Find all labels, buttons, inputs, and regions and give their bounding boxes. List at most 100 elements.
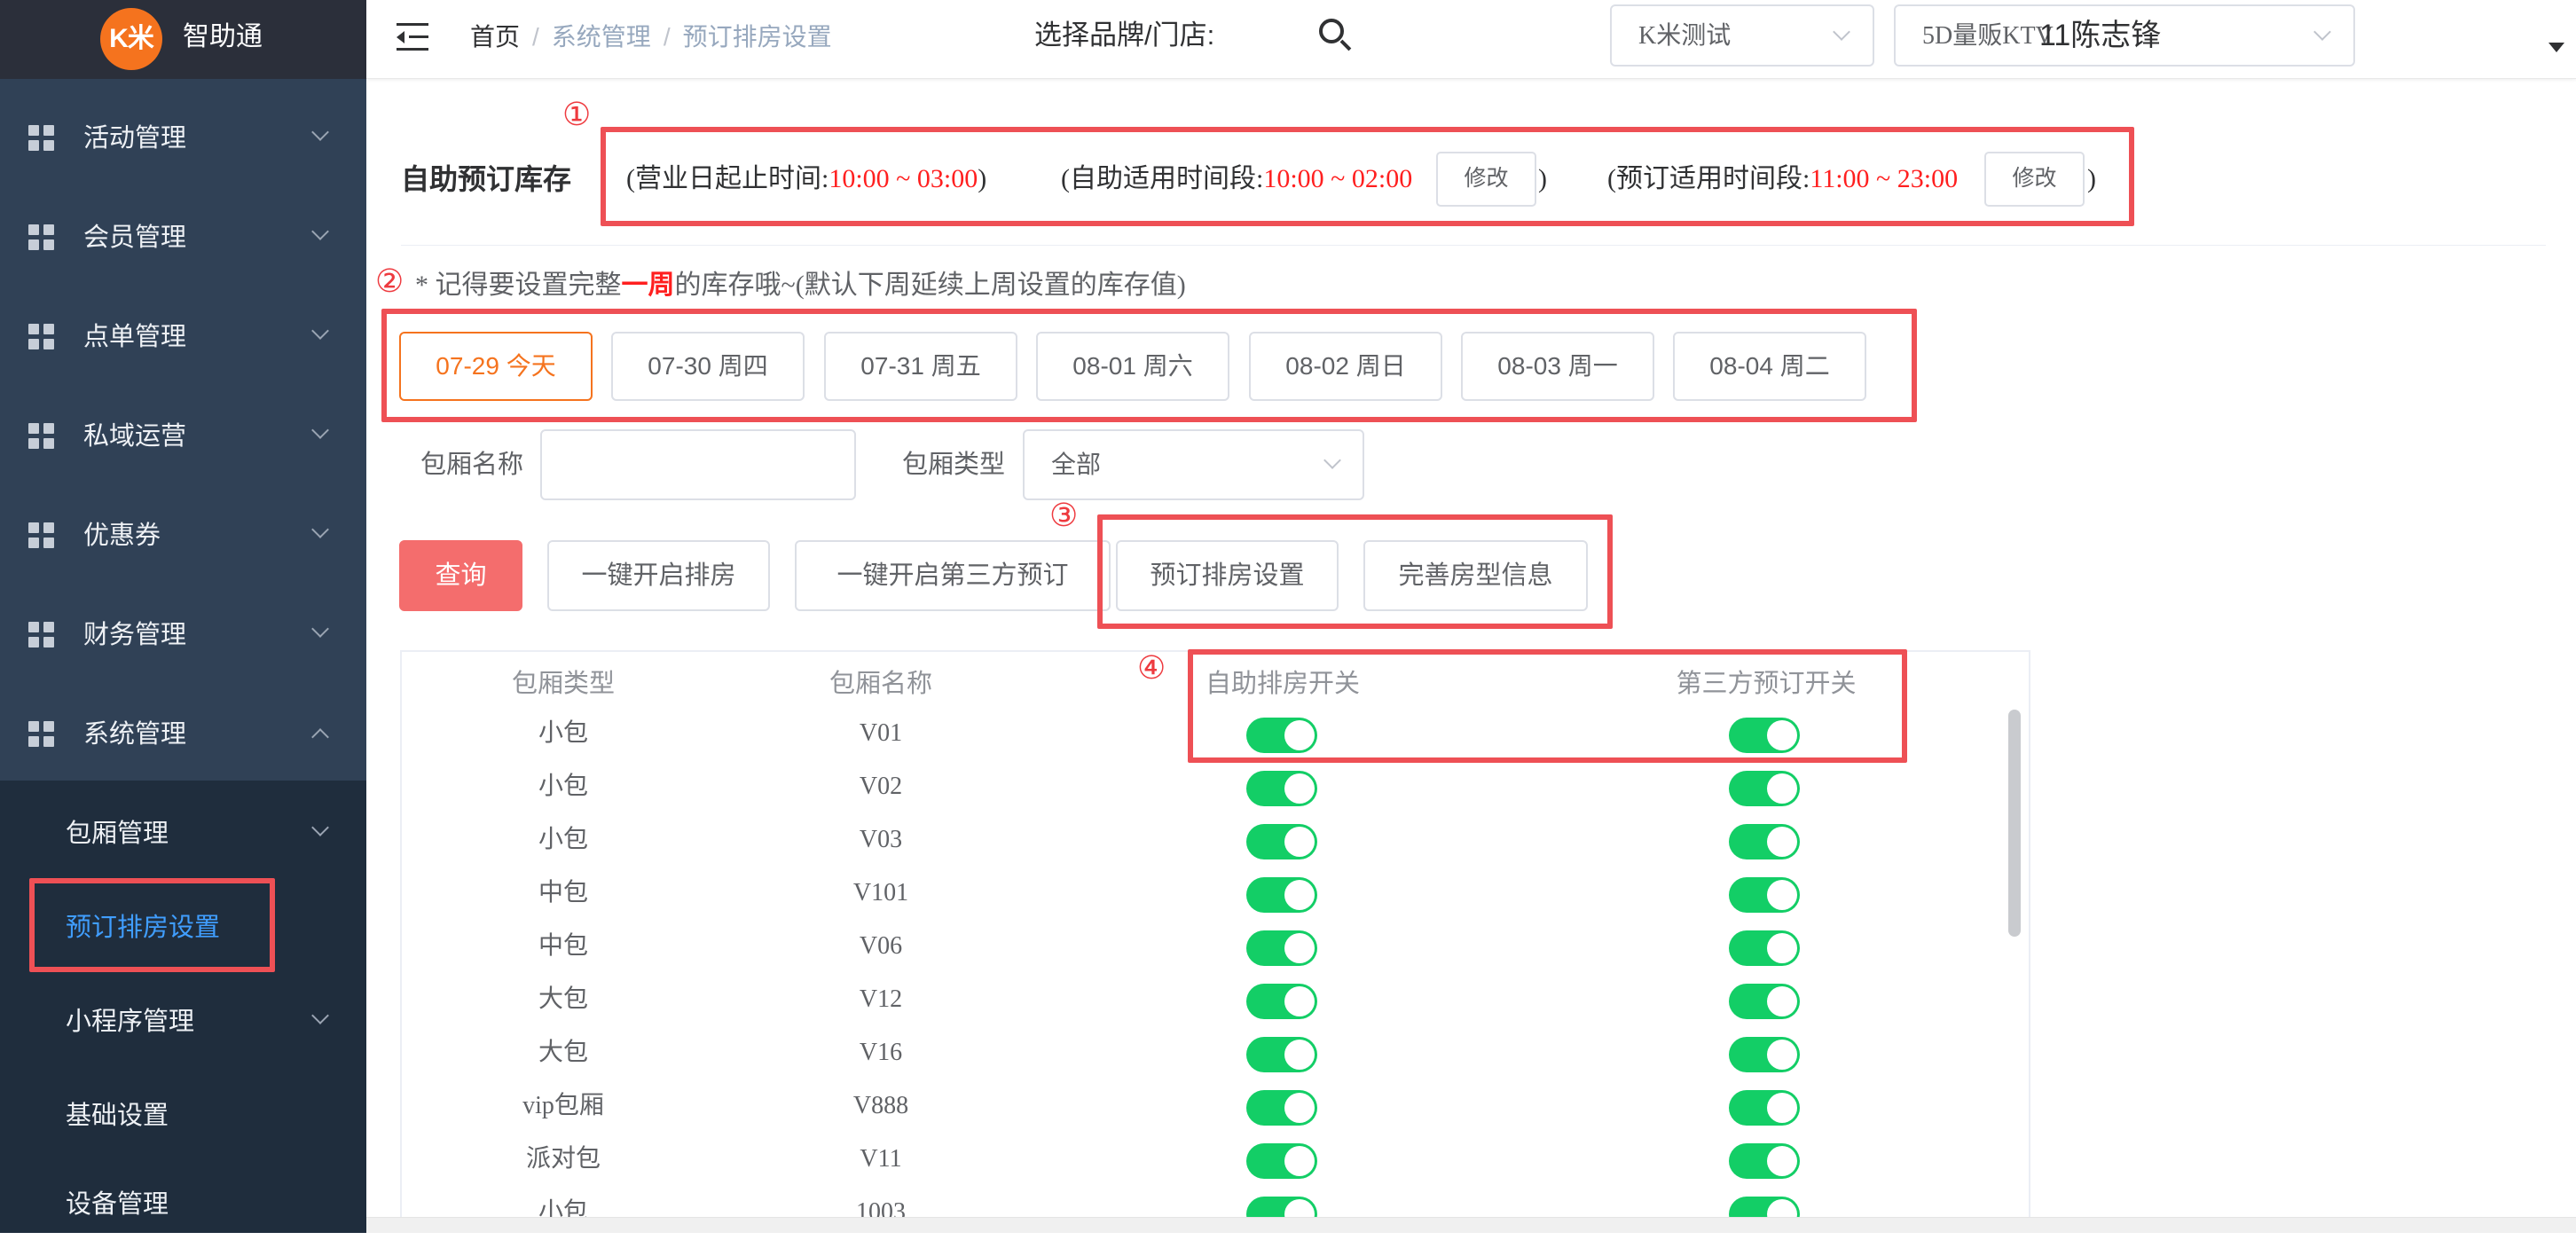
column-header-room-type: 包厢类型 <box>511 670 616 698</box>
caret-down-icon[interactable] <box>2549 43 2564 52</box>
cell-room-type: 小包 <box>538 773 589 800</box>
table-row: 大包 V16 <box>402 1026 2029 1079</box>
chevron-down-icon <box>311 322 329 340</box>
highlight-box-actions <box>1097 514 1613 629</box>
chevron-down-icon <box>311 223 329 240</box>
self-service-switch[interactable] <box>1246 930 1317 966</box>
submenu-system: 包厢管理 预订排房设置 小程序管理 基础设置 设备管理 <box>0 781 366 1233</box>
room-name-input[interactable] <box>540 429 856 500</box>
breadcrumb-separator: / <box>663 23 671 51</box>
self-service-switch[interactable] <box>1246 771 1317 806</box>
self-service-switch[interactable] <box>1246 984 1317 1019</box>
table-row: 小包 V03 <box>402 813 2029 867</box>
breadcrumb: 首页 / 系统管理 / 预订排房设置 <box>470 18 832 57</box>
store-select-value: 5D量贩KTV <box>1922 22 2054 50</box>
user-name[interactable]: 11陈志锋 <box>2039 14 2161 57</box>
table-scrollbar[interactable] <box>2008 710 2021 937</box>
grid-icon <box>28 324 55 350</box>
menu-label: 活动管理 <box>83 124 187 153</box>
room-type-label: 包厢类型 <box>902 451 1006 479</box>
chevron-down-icon <box>311 421 329 439</box>
third-party-switch[interactable] <box>1729 984 1800 1019</box>
marker-4: ④ <box>1137 650 1166 687</box>
self-service-switch[interactable] <box>1246 877 1317 913</box>
cell-room-name: V12 <box>859 985 903 1013</box>
chevron-down-icon <box>2313 23 2331 41</box>
app-name: 智助通 <box>183 22 263 51</box>
chevron-down-icon <box>311 620 329 638</box>
table-row: 小包 V02 <box>402 760 2029 813</box>
search-icon[interactable] <box>1319 19 1355 54</box>
switch-knob <box>1767 986 1797 1016</box>
self-service-switch[interactable] <box>1246 824 1317 859</box>
breadcrumb-system[interactable]: 系统管理 <box>552 23 651 51</box>
chevron-down-icon <box>1323 451 1341 469</box>
enable-all-rooms-button[interactable]: 一键开启排房 <box>547 540 770 611</box>
breadcrumb-current: 预订排房设置 <box>682 23 832 51</box>
sidebar-item-device-management[interactable]: 设备管理 <box>0 1151 366 1240</box>
cell-room-type: 大包 <box>538 1039 589 1066</box>
cell-room-type: 中包 <box>538 879 589 906</box>
grid-icon <box>28 423 55 450</box>
third-party-switch[interactable] <box>1729 1037 1800 1072</box>
chevron-down-icon <box>311 123 329 141</box>
sidebar-item-room-management[interactable]: 包厢管理 <box>0 781 366 869</box>
cell-room-type: 小包 <box>538 719 589 747</box>
third-party-switch[interactable] <box>1729 930 1800 966</box>
menu-item-coupon[interactable]: 优惠券 <box>0 486 366 585</box>
switch-knob <box>1284 773 1315 804</box>
table-row: vip包厢 V888 <box>402 1079 2029 1133</box>
marker-2: ② <box>375 263 404 300</box>
cell-room-type: 派对包 <box>525 1145 601 1173</box>
cell-room-type: 大包 <box>538 985 589 1013</box>
sidebar-item-basic-settings[interactable]: 基础设置 <box>0 1063 366 1151</box>
column-header-room-name: 包厢名称 <box>829 670 933 698</box>
cell-room-name: V888 <box>852 1092 909 1119</box>
enable-all-third-party-button[interactable]: 一键开启第三方预订 <box>795 540 1111 611</box>
menu-label: 财务管理 <box>83 621 187 649</box>
menu-item-activity[interactable]: 活动管理 <box>0 89 366 188</box>
chevron-up-icon <box>311 728 329 746</box>
menu-item-finance[interactable]: 财务管理 <box>0 585 366 685</box>
self-service-switch[interactable] <box>1246 1143 1317 1179</box>
switch-knob <box>1767 1093 1797 1123</box>
self-service-switch[interactable] <box>1246 1090 1317 1126</box>
third-party-switch[interactable] <box>1729 824 1800 859</box>
menu-item-system[interactable]: 系统管理 <box>0 685 366 784</box>
highlight-box-switches <box>1188 649 1907 763</box>
cell-room-name: V02 <box>859 773 903 800</box>
menu-label: 系统管理 <box>83 720 187 749</box>
menu-item-member[interactable]: 会员管理 <box>0 188 366 287</box>
breadcrumb-home[interactable]: 首页 <box>470 23 520 51</box>
switch-knob <box>1284 1146 1315 1176</box>
sidebar-item-miniprogram[interactable]: 小程序管理 <box>0 969 366 1057</box>
cell-room-name: V01 <box>859 719 903 747</box>
room-name-label: 包厢名称 <box>420 451 524 479</box>
cell-room-name: V16 <box>859 1039 903 1066</box>
cell-room-name: V06 <box>859 932 903 960</box>
chevron-down-icon <box>311 521 329 538</box>
horizontal-scrollbar[interactable] <box>366 1217 2576 1233</box>
breadcrumb-separator: / <box>532 23 539 51</box>
menu-item-private-domain[interactable]: 私域运营 <box>0 387 366 486</box>
brand-select[interactable]: K米测试 <box>1610 4 1874 67</box>
third-party-switch[interactable] <box>1729 877 1800 913</box>
query-button[interactable]: 查询 <box>399 540 522 611</box>
room-type-select[interactable]: 全部 <box>1023 429 1364 500</box>
table-row: 中包 V06 <box>402 920 2029 973</box>
inventory-title: 自助预订库存 <box>401 163 572 195</box>
cell-room-name: V11 <box>860 1145 902 1173</box>
self-service-switch[interactable] <box>1246 1037 1317 1072</box>
menu-toggle-icon[interactable] <box>397 23 428 51</box>
third-party-switch[interactable] <box>1729 1090 1800 1126</box>
grid-icon <box>28 721 55 748</box>
grid-icon <box>28 224 55 251</box>
switch-knob <box>1767 773 1797 804</box>
switch-knob <box>1284 827 1315 857</box>
third-party-switch[interactable] <box>1729 771 1800 806</box>
switch-knob <box>1767 880 1797 910</box>
menu-item-order[interactable]: 点单管理 <box>0 287 366 387</box>
cell-room-type: 小包 <box>538 826 589 853</box>
third-party-switch[interactable] <box>1729 1143 1800 1179</box>
switch-knob <box>1284 1093 1315 1123</box>
